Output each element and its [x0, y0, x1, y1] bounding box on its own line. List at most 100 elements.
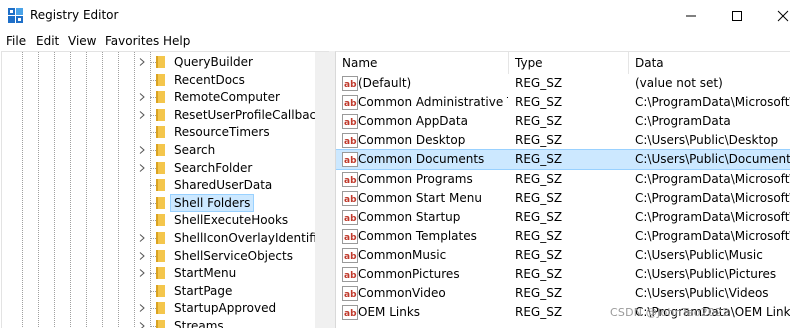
value-name: Common Templates	[358, 228, 477, 243]
column-header-type[interactable]: Type	[509, 52, 629, 74]
tree-item-label: Search	[174, 143, 216, 157]
menu-favorites[interactable]: Favorites	[105, 34, 159, 49]
value-row[interactable]: ab CommonPictures REG_SZ C:\Users\Public\Pi…	[336, 265, 790, 284]
value-data: C:\Users\Public\Documents	[635, 152, 790, 167]
chevron-right-icon[interactable]	[138, 146, 146, 154]
tree-item[interactable]: ResourceTimers	[2, 123, 315, 141]
column-header-data[interactable]: Data	[629, 52, 790, 74]
value-name: CommonPictures	[358, 267, 460, 281]
title-bar[interactable]: Registry Editor	[0, 0, 790, 31]
string-value-icon: ab	[342, 76, 358, 91]
tree-item[interactable]: RemoteComputer	[2, 88, 315, 106]
value-row[interactable]: ab Common Administrative T... REG_SZ C:\Pro…	[336, 93, 790, 112]
string-value-icon: ab	[342, 247, 358, 263]
tree-item[interactable]: StartMenu	[2, 264, 315, 282]
value-data: C:\Users\Public\Videos	[635, 286, 769, 301]
string-value-icon: ab	[342, 305, 358, 321]
value-data: C:\ProgramData\Microsoft\W	[635, 171, 790, 186]
chevron-right-icon[interactable]	[138, 234, 146, 242]
value-row[interactable]: ab Common AppData REG_SZ C:\ProgramData	[336, 112, 790, 131]
tree-item[interactable]: SharedUserData	[2, 176, 315, 194]
value-row[interactable]: ab CommonVideo REG_SZ C:\Users\Public\Video…	[336, 284, 790, 303]
svg-text:ab: ab	[344, 309, 357, 319]
folder-icon	[156, 56, 165, 68]
tree-item[interactable]: StartupApproved	[2, 299, 315, 317]
value-type: REG_SZ	[515, 305, 563, 320]
tree-item[interactable]: ShellExecuteHooks	[2, 211, 315, 229]
folder-icon	[156, 161, 165, 174]
value-row[interactable]: ab Common Start Menu REG_SZ C:\ProgramData\…	[336, 189, 790, 208]
chevron-right-icon[interactable]	[138, 58, 146, 66]
chevron-right-icon[interactable]	[138, 304, 146, 313]
value-row[interactable]: ab Common Templates REG_SZ C:\ProgramData\M…	[336, 227, 790, 246]
tree-item[interactable]: Search	[2, 141, 315, 159]
tree-item[interactable]: ShellIconOverlayIdentifiers	[2, 229, 329, 247]
tree-item-label: ResourceTimers	[174, 125, 270, 140]
chevron-right-icon[interactable]	[138, 110, 146, 119]
tree-item-label: ShellServiceObjects	[174, 248, 293, 263]
minimize-icon	[686, 15, 696, 16]
value-row[interactable]: ab Common Startup REG_SZ C:\ProgramData\Mic…	[336, 208, 790, 227]
tree-item-label: QueryBuilder	[174, 55, 253, 69]
watermark: CSDN @JohnTeo2022	[610, 306, 730, 319]
tree-item-label: SharedUserData	[174, 178, 273, 193]
value-type: REG_SZ	[515, 114, 563, 129]
folder-icon	[156, 284, 165, 297]
maximize-button[interactable]	[714, 0, 760, 31]
menu-view[interactable]: View	[68, 34, 96, 49]
tree-item[interactable]: ShellServiceObjects	[2, 247, 315, 265]
chevron-right-icon[interactable]	[138, 251, 146, 260]
menu-file[interactable]: File	[6, 34, 26, 49]
value-row[interactable]: ab Common Desktop REG_SZ C:\Users\Public\De…	[336, 131, 790, 150]
chevron-right-icon[interactable]	[138, 269, 146, 278]
string-value-icon: ab	[342, 133, 358, 149]
tree-item[interactable]: RecentDocs	[2, 71, 315, 89]
column-header-name[interactable]: Name	[336, 52, 509, 74]
menu-help[interactable]: Help	[163, 34, 190, 49]
value-name: CommonVideo	[358, 286, 446, 301]
value-type: REG_SZ	[515, 133, 563, 148]
value-row[interactable]: ab Common Programs REG_SZ C:\ProgramData\Mi…	[336, 170, 790, 189]
value-type: REG_SZ	[515, 171, 563, 186]
value-name: Common Startup	[358, 209, 461, 224]
value-row[interactable]: ab Common Documents REG_SZ C:\Users\Public\…	[336, 149, 790, 171]
tree-item[interactable]: Shell Folders	[2, 193, 315, 212]
chevron-right-icon[interactable]	[138, 322, 146, 328]
value-row[interactable]: ab (Default) REG_SZ (value not set)	[336, 74, 790, 93]
tree-item[interactable]: StartPage	[2, 282, 315, 300]
value-type: REG_SZ	[515, 267, 563, 281]
string-value-icon: ab	[342, 267, 358, 282]
string-value-icon: ab	[342, 95, 358, 111]
chevron-right-icon[interactable]	[138, 163, 146, 172]
folder-icon	[156, 320, 165, 328]
close-button[interactable]	[760, 0, 790, 31]
value-name: Common Start Menu	[358, 190, 482, 205]
tree-item[interactable]: Streams	[2, 317, 315, 328]
string-value-icon: ab	[342, 286, 358, 302]
svg-text:ab: ab	[344, 195, 357, 205]
folder-icon	[156, 196, 165, 209]
value-data: (value not set)	[635, 76, 723, 90]
tree-item[interactable]: SearchFolder	[2, 159, 315, 177]
tree-item-label: ResetUserProfileCallbacks	[174, 107, 329, 122]
menu-edit[interactable]: Edit	[36, 34, 59, 49]
value-type: REG_SZ	[515, 152, 563, 167]
key-tree-pane[interactable]: QueryBuilder RecentDocs RemoteComputer Rese…	[1, 51, 329, 328]
tree-item[interactable]: ResetUserProfileCallbacks	[2, 106, 329, 124]
folder-icon	[156, 214, 165, 227]
svg-text:ab: ab	[344, 214, 357, 224]
chevron-right-icon[interactable]	[138, 93, 146, 102]
value-type: REG_SZ	[515, 228, 563, 243]
value-name: Common Desktop	[358, 133, 466, 148]
tree-item-label: StartupApproved	[174, 301, 277, 316]
tree-item-label: ShellExecuteHooks	[174, 213, 289, 228]
value-type: REG_SZ	[515, 95, 563, 110]
list-header: Name Type Data	[336, 52, 790, 74]
tree-item[interactable]: QueryBuilder	[2, 53, 315, 71]
value-data: C:\Users\Public\Music	[635, 247, 763, 262]
value-row[interactable]: ab CommonMusic REG_SZ C:\Users\Public\Music	[336, 246, 790, 265]
svg-text:ab: ab	[344, 233, 357, 243]
minimize-button[interactable]	[668, 0, 714, 31]
tree-vertical-scrollbar[interactable]	[315, 52, 329, 328]
values-list-pane[interactable]: Name Type Data ab (Default) REG_SZ (value n…	[335, 51, 790, 328]
